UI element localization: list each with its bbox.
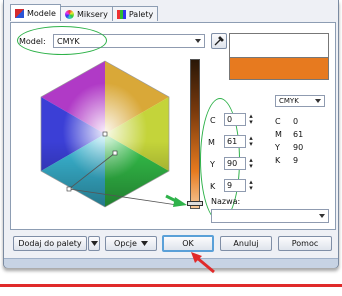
readout-c-value: 0 bbox=[293, 117, 299, 126]
models-panel: Model: CMYK C 0 ▴ ▾ M 61 ▴ ▾ Y 90 ▴ ▾ K … bbox=[10, 22, 336, 230]
mixer-ring-icon bbox=[64, 9, 74, 19]
help-button[interactable]: Pomoc bbox=[278, 236, 332, 251]
options-button[interactable]: Opcje bbox=[105, 236, 157, 251]
add-to-palette-button[interactable]: Dodaj do palety bbox=[13, 236, 87, 251]
chevron-down-icon bbox=[315, 99, 321, 103]
c-input[interactable]: 0 bbox=[224, 113, 246, 126]
pointer-arrow-icon bbox=[191, 252, 215, 274]
y-input-label: Y bbox=[210, 160, 215, 169]
k-input-label: K bbox=[210, 182, 216, 191]
eyedropper-button[interactable] bbox=[211, 33, 227, 49]
tab-palettes[interactable]: Palety bbox=[111, 6, 159, 21]
m-input-label: M bbox=[208, 138, 215, 147]
highlight-ellipse-model bbox=[17, 26, 107, 55]
name-input[interactable] bbox=[211, 209, 329, 223]
k-spinner[interactable]: ▴ ▾ bbox=[247, 179, 255, 192]
c-input-label: C bbox=[210, 116, 216, 125]
chevron-down-icon bbox=[195, 39, 201, 43]
readout-k-value: 9 bbox=[293, 156, 299, 165]
palette-model-icon bbox=[15, 8, 24, 18]
readout-model-select[interactable]: CMYK bbox=[275, 95, 325, 107]
slider-handle[interactable] bbox=[187, 201, 203, 206]
chevron-down-icon bbox=[90, 241, 98, 246]
tab-bar: Modele Miksery Palety bbox=[10, 4, 159, 22]
hexagon-center-marker[interactable] bbox=[102, 131, 108, 137]
hexagon-marker[interactable] bbox=[112, 150, 118, 156]
tab-models[interactable]: Modele bbox=[10, 4, 61, 21]
y-input[interactable]: 90 bbox=[224, 157, 246, 170]
eyedropper-icon bbox=[214, 36, 224, 46]
c-spinner[interactable]: ▴ ▾ bbox=[247, 113, 255, 126]
tab-mixers[interactable]: Miksery bbox=[59, 6, 113, 21]
readout-y-label: Y bbox=[275, 143, 280, 152]
annotation-rule bbox=[0, 284, 342, 287]
old-color-swatch bbox=[229, 33, 329, 57]
hexagon-marker[interactable] bbox=[66, 186, 72, 192]
dialog-frame-bottom bbox=[4, 258, 338, 268]
chevron-down-icon bbox=[140, 241, 148, 246]
name-label: Nazwa: bbox=[211, 197, 241, 206]
y-spinner[interactable]: ▴ ▾ bbox=[247, 157, 255, 170]
m-spinner[interactable]: ▴ ▾ bbox=[247, 135, 255, 148]
annotation-arrow-icon bbox=[165, 194, 187, 207]
new-color-swatch bbox=[229, 57, 329, 80]
add-to-palette-dropdown[interactable] bbox=[88, 236, 100, 251]
k-input[interactable]: 9 bbox=[224, 179, 246, 192]
tint-slider[interactable] bbox=[190, 59, 200, 209]
color-hexagon-picker[interactable] bbox=[31, 59, 179, 209]
chevron-down-icon bbox=[319, 214, 325, 218]
readout-y-value: 90 bbox=[293, 143, 304, 152]
cancel-button[interactable]: Anuluj bbox=[220, 236, 272, 251]
readout-c-label: C bbox=[275, 117, 281, 126]
readout-m-label: M bbox=[275, 130, 282, 139]
m-input[interactable]: 61 bbox=[224, 135, 246, 148]
palette-grid-icon bbox=[116, 9, 126, 19]
readout-m-value: 61 bbox=[293, 130, 304, 139]
readout-k-label: K bbox=[275, 156, 281, 165]
color-dialog: Modele Miksery Palety Model: CMYK C 0 ▴ … bbox=[3, 0, 339, 268]
